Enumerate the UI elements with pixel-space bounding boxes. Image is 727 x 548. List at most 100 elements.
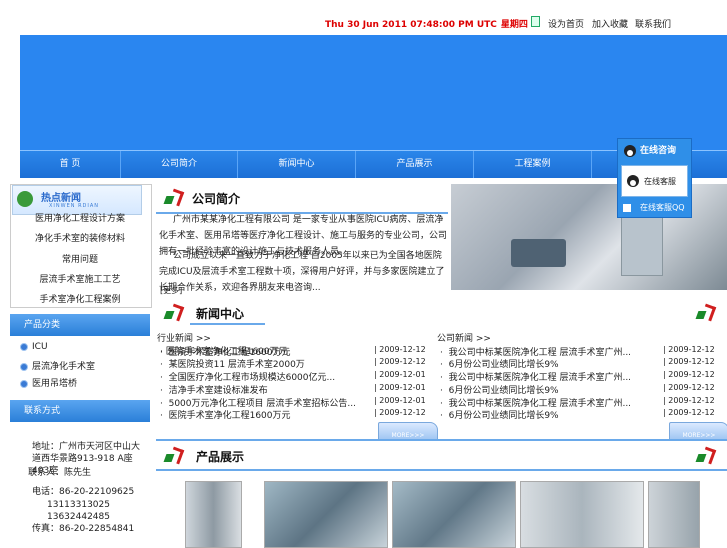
section-icon (165, 448, 181, 464)
left-news-heading[interactable]: 行业新闻 >> (157, 331, 211, 344)
phone-value: 86-20-22109625 (59, 487, 135, 497)
news-header: 新闻中心 (156, 298, 727, 326)
news-date: | 2009-12-12 (663, 357, 715, 366)
bullet-icon (20, 379, 28, 388)
product-link-pendant[interactable]: 医用吊塔桥 (20, 376, 77, 389)
news-item-text: 全国医疗净化工程市场规模达6000亿元... (168, 373, 336, 383)
news-item-text: 洁净手术室建设标准发布 (168, 386, 268, 396)
phone-label: 电话： (32, 487, 60, 497)
product-thumbnail[interactable] (264, 481, 388, 548)
product-link-label: 医用吊塔桥 (32, 379, 78, 389)
set-homepage-link[interactable]: 设为首页 (548, 17, 584, 30)
qq-title: 在线咨询 (640, 146, 677, 156)
add-favorite-link[interactable]: 加入收藏 (592, 17, 628, 30)
news-date: | 2009-12-12 (374, 345, 426, 354)
banner (20, 35, 727, 150)
contact-person: 联系人：陈先生 (28, 468, 92, 478)
bullet-icon (20, 342, 28, 351)
hot-news-item[interactable]: 层流手术室施工工艺 (10, 272, 150, 285)
product-thumbnail[interactable] (392, 481, 516, 548)
news-underline (190, 323, 265, 325)
news-date: | 2009-12-12 (663, 345, 715, 354)
qq-header: 在线咨询 (618, 139, 691, 163)
news-title: 新闻中心 (196, 307, 245, 321)
product-thumbnail[interactable] (520, 481, 644, 548)
news-item-text: 6月份公司业绩同比增长9% (448, 386, 559, 396)
qq-contact-button[interactable]: 在线客服 (621, 165, 688, 197)
contact-fax: 传真：86-20-22854841 (32, 523, 134, 535)
qq-footer-label: 在线客服QQ (640, 203, 685, 212)
nav-about[interactable]: 公司简介 (121, 151, 238, 178)
about-para-2: 公司成立以来一直致力于净化工程 自2005年以来已为全国各地医院完成ICU及层流… (159, 251, 445, 293)
about-header: 公司简介 (156, 184, 448, 214)
about-more-link[interactable]: [更多] (160, 285, 182, 296)
news-item[interactable]: · 6月份公司业绩同比增长9% (440, 383, 559, 396)
news-item-text: 医院手术室净化工程1600万元 (168, 411, 291, 421)
datetime-display: Thu 30 Jun 2011 07:48:00 PM UTC 星期四 (325, 17, 528, 30)
products-underline (156, 469, 727, 471)
news-date: | 2009-12-12 (663, 408, 715, 417)
qq-arrow-icon (623, 204, 631, 212)
news-item-text: 6月份公司业绩同比增长9% (448, 360, 559, 370)
news-item[interactable]: · 洁净手术室建设标准发布 (160, 383, 268, 396)
news-item[interactable]: · 我公司中标某医院净化工程 层流手术室广州... (440, 370, 631, 383)
news-item[interactable]: · 医院手术室净化工程1600万元 (160, 408, 291, 421)
qq-footer[interactable]: 在线客服QQ (618, 199, 691, 217)
news-item-text: 我公司中标某医院净化工程 层流手术室广州... (448, 373, 632, 383)
section-icon-right (697, 305, 713, 321)
product-link-icu[interactable]: ICU (20, 342, 48, 352)
fax-label: 传真： (32, 524, 60, 534)
news-item[interactable]: · 全国医疗净化工程市场规模达6000亿元... (160, 370, 335, 383)
product-link-label: 层流净化手术室 (32, 362, 96, 372)
news-item-text: 某医院投资11 层流手术室2000万 (168, 360, 305, 370)
news-date: | 2009-12-12 (663, 383, 715, 392)
section-icon-right (697, 448, 713, 464)
news-date: | 2009-12-01 (374, 396, 426, 405)
hot-news-item[interactable]: 手术室净化工程案例 (10, 292, 150, 305)
qq-float-panel: 在线咨询 在线客服 在线客服QQ (617, 138, 692, 218)
qq-penguin-icon (627, 175, 639, 187)
news-item[interactable]: · 6月份公司业绩同比增长9% (440, 408, 559, 421)
contact-phone: 电话：86-20-22109625 (32, 486, 134, 498)
nav-news[interactable]: 新闻中心 (238, 151, 356, 178)
globe-icon (17, 191, 33, 207)
product-menu-header: 产品分类 (10, 314, 150, 336)
hot-news-item[interactable]: 医用净化工程设计方案 (10, 211, 150, 224)
products-title: 产品展示 (196, 450, 245, 464)
section-icon (165, 305, 181, 321)
bed-image (511, 239, 566, 267)
news-date: | 2009-12-01 (374, 370, 426, 379)
nav-home[interactable]: 首 页 (20, 151, 121, 178)
qq-penguin-icon (624, 145, 636, 157)
news-date: | 2009-12-12 (374, 357, 426, 366)
hot-news-item[interactable]: 常用问题 (10, 252, 150, 265)
news-item-text: 6月份公司业绩同比增长9% (448, 411, 559, 421)
contact-us-link[interactable]: 联系我们 (635, 17, 671, 30)
fax-value: 86-20-22854841 (59, 524, 135, 534)
contact-mobile-2: 13632442485 (47, 512, 110, 522)
news-date: | 2009-12-12 (374, 408, 426, 417)
right-news-heading[interactable]: 公司新闻 >> (437, 331, 491, 344)
contact-header: 联系方式 (10, 400, 150, 422)
nav-cases[interactable]: 工程案例 (474, 151, 592, 178)
news-item[interactable]: · 某医院投资11 层流手术室2000万 (160, 357, 305, 370)
news-item[interactable]: · 6月份公司业绩同比增长9% (440, 357, 559, 370)
product-link-label: ICU (32, 342, 48, 352)
nav-products[interactable]: 产品展示 (356, 151, 474, 178)
about-title: 公司简介 (192, 192, 241, 206)
datetime-text: Thu 30 Jun 2011 07:48:00 PM UTC (325, 20, 497, 30)
products-header: 产品展示 (156, 442, 727, 471)
product-thumbnail[interactable] (185, 481, 242, 548)
news-date: | 2009-12-12 (663, 370, 715, 379)
hot-news-title: 热点新闻 (41, 193, 81, 204)
hot-news-item[interactable]: 净化手术室的装修材料 (10, 231, 150, 244)
hot-news-subtitle: XINWEN RDIAN (49, 203, 100, 209)
section-icon (165, 190, 181, 206)
weekday-text: 星期四 (500, 20, 528, 30)
bullet-icon (20, 362, 28, 371)
product-link-laminar[interactable]: 层流净化手术室 (20, 359, 95, 372)
qq-contact-label: 在线客服 (644, 177, 676, 186)
news-date: | 2009-12-01 (374, 383, 426, 392)
document-icon (531, 16, 540, 27)
product-thumbnail[interactable] (648, 481, 700, 548)
